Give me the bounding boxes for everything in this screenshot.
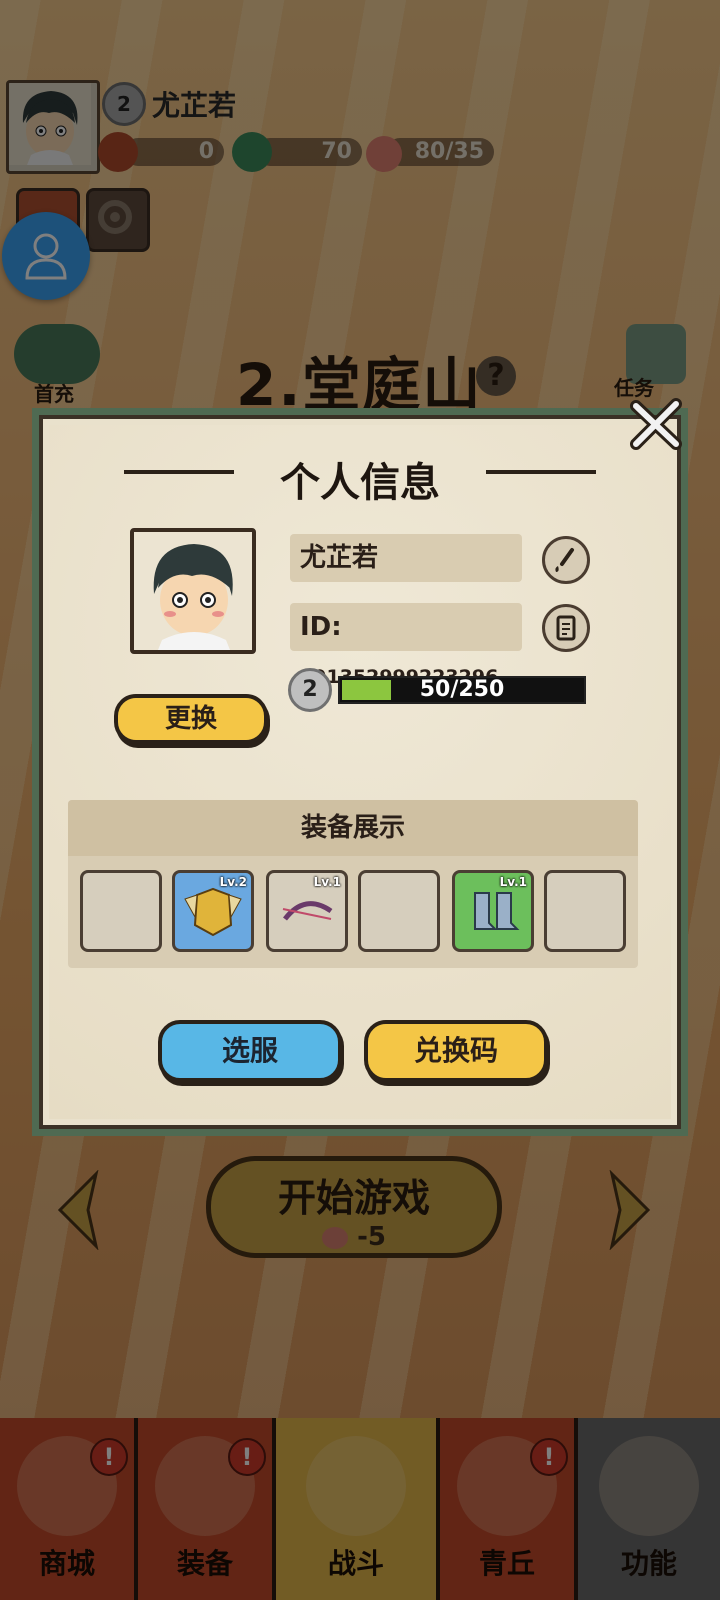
profile-modal (32, 408, 688, 1136)
id-prefix: ID: (300, 612, 342, 642)
close-button[interactable] (626, 394, 686, 454)
modal-title: 个人信息 (280, 460, 440, 506)
equip-slot-6[interactable] (544, 870, 626, 952)
equip-slot-5[interactable]: Lv.1 (452, 870, 534, 952)
close-icon (630, 398, 682, 450)
xp-bar: 50/250 (338, 676, 586, 704)
slot-level: Lv.1 (313, 875, 341, 889)
copy-id-button[interactable] (542, 604, 590, 652)
slot-level: Lv.2 (219, 875, 247, 889)
player-id-field: ID: 391352999223296 (290, 603, 522, 688)
brush-icon (555, 548, 574, 572)
slot-level: Lv.1 (499, 875, 527, 889)
profile-avatar (130, 528, 256, 654)
equip-slot-4[interactable] (358, 870, 440, 952)
redeem-code-button[interactable]: 兑换码 (364, 1020, 548, 1082)
select-server-button[interactable]: 选服 (158, 1020, 342, 1082)
level-badge: 2 (288, 668, 332, 712)
equip-slot-3[interactable]: Lv.1 (266, 870, 348, 952)
xp-text: 50/250 (419, 677, 505, 702)
equip-slot-1[interactable] (80, 870, 162, 952)
equipment-title: 装备展示 (68, 800, 638, 856)
rename-button[interactable] (542, 536, 590, 584)
copy-icon (556, 615, 576, 641)
player-name-field: 尤芷若 (290, 534, 522, 582)
equip-slot-2[interactable]: Lv.2 (172, 870, 254, 952)
change-avatar-button[interactable]: 更换 (114, 694, 268, 744)
